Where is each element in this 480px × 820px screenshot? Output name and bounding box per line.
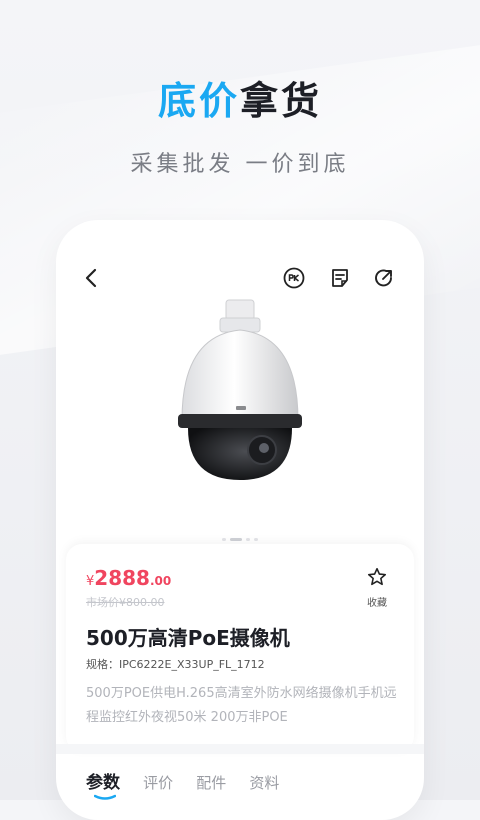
pk-icon[interactable]	[282, 266, 306, 290]
star-icon	[367, 567, 387, 586]
price-decimal: .00	[149, 574, 172, 588]
tab-label: 资料	[249, 774, 280, 792]
pagination-dot	[246, 538, 250, 541]
product-info-card: ¥2888.00 市场价¥800.00 收藏 500万高清PoE摄像机 规格：I…	[66, 544, 414, 752]
tab-params[interactable]: 参数	[86, 768, 120, 800]
product-spec: 规格：IPC6222E_X33UP_FL_1712	[86, 656, 265, 672]
spec-value: IPC6222E_X33UP_FL_1712	[119, 658, 265, 671]
note-icon[interactable]	[328, 266, 352, 290]
tab-label: 配件	[196, 774, 227, 792]
tab-reviews[interactable]: 评价	[143, 772, 173, 793]
active-tab-indicator	[94, 794, 116, 800]
original-price: 市场价¥800.00	[86, 596, 165, 609]
camera-image	[178, 299, 302, 480]
product-description: 500万POE供电H.265高清室外防水网络摄像机手机远程监控红外夜视50米 2…	[86, 686, 397, 725]
share-icon[interactable]	[372, 266, 396, 290]
promo-title: 底价拿货	[0, 70, 480, 125]
price: ¥2888.00	[86, 566, 171, 590]
pagination-dot-active	[230, 538, 242, 541]
price-integer: 2888	[94, 566, 150, 590]
favorite-button[interactable]: 收藏	[362, 566, 392, 609]
favorite-label: 收藏	[367, 598, 387, 609]
tab-documents[interactable]: 资料	[249, 772, 279, 793]
product-title: 500万高清PoE摄像机	[86, 626, 290, 650]
promo-subtitle: 采集批发 一价到底	[130, 152, 350, 177]
spec-label: 规格：	[86, 658, 119, 671]
promo-title-rest: 拿货	[240, 79, 323, 123]
tab-label: 参数	[86, 773, 120, 793]
tab-accessories[interactable]: 配件	[196, 772, 226, 793]
promo-title-highlight: 底价	[157, 79, 240, 123]
product-image	[56, 290, 424, 550]
section-divider	[56, 744, 424, 754]
pagination-dot	[254, 538, 258, 541]
pagination-dot	[222, 538, 226, 541]
back-arrow-icon[interactable]	[80, 266, 104, 290]
phone-frame: ¥2888.00 市场价¥800.00 收藏 500万高清PoE摄像机 规格：I…	[56, 220, 424, 820]
detail-tabs: 参数 评价 配件 资料	[86, 768, 297, 800]
tab-label: 评价	[143, 774, 174, 792]
